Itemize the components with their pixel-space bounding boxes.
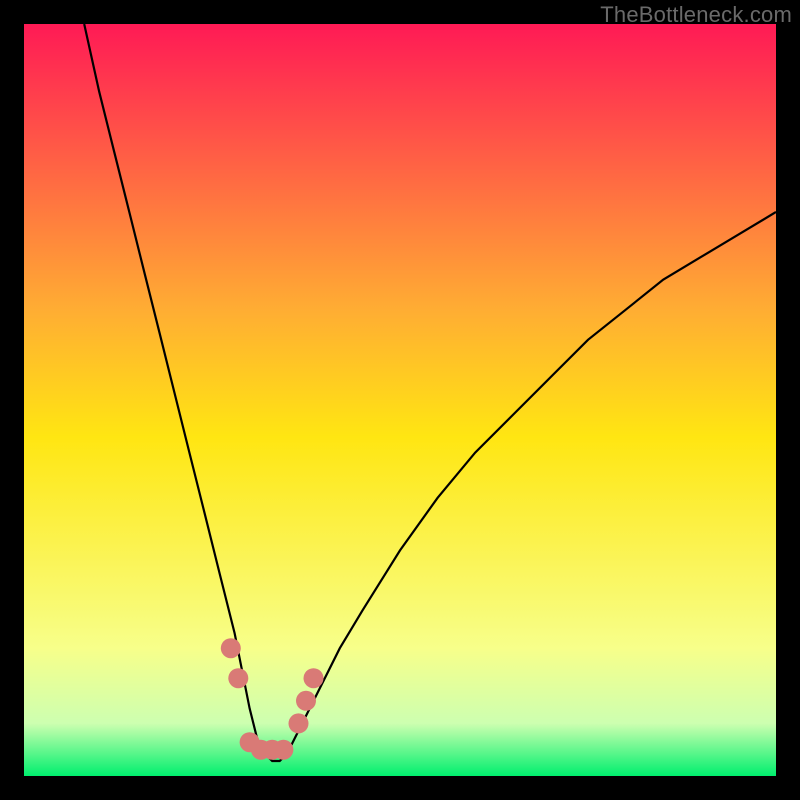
data-marker: [273, 740, 293, 760]
watermark-text: TheBottleneck.com: [600, 2, 792, 28]
data-marker: [221, 638, 241, 658]
data-marker: [296, 691, 316, 711]
data-marker: [304, 668, 324, 688]
data-marker: [228, 668, 248, 688]
gradient-background: [24, 24, 776, 776]
data-marker: [289, 713, 309, 733]
bottleneck-chart: [24, 24, 776, 776]
